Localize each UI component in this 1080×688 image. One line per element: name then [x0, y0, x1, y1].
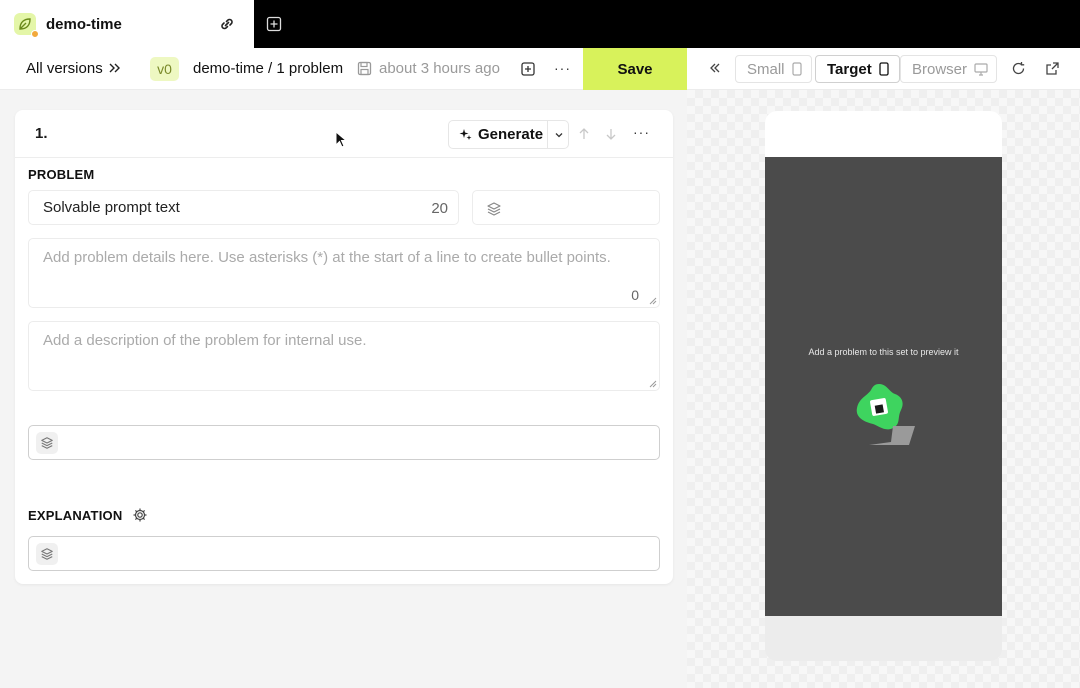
internal-description-textarea[interactable]: Add a description of the problem for int…	[28, 321, 660, 391]
preview-size-browser-label: Browser	[912, 60, 968, 78]
mouse-cursor-icon	[335, 131, 347, 148]
resize-handle-icon[interactable]	[649, 380, 657, 388]
last-saved-time: about 3 hours ago	[379, 60, 500, 77]
arrow-up-icon[interactable]	[578, 127, 590, 141]
add-square-icon[interactable]	[521, 62, 535, 76]
tab-title: demo-time	[46, 15, 122, 33]
link-icon[interactable]	[218, 15, 236, 33]
explanation-layers-field[interactable]	[28, 536, 660, 571]
answer-layers-field[interactable]	[28, 425, 660, 460]
more-options-icon[interactable]: ···	[554, 60, 571, 76]
refresh-icon[interactable]	[1011, 61, 1026, 76]
details-placeholder: Add problem details here. Use asterisks …	[43, 249, 611, 266]
preview-empty-message: Add a problem to this set to preview it	[808, 347, 959, 357]
chevron-down-icon	[555, 132, 562, 137]
preview-size-target[interactable]: Target	[815, 55, 900, 83]
prompt-input[interactable]: Solvable prompt text 20	[28, 190, 459, 225]
problem-card: 1. Generate ··· PROBLEM Solvable prompt …	[15, 110, 673, 584]
toolbar: All versions v0 demo-time / 1 problem ab…	[0, 48, 1080, 90]
leaf-icon	[14, 13, 39, 38]
arrow-down-icon[interactable]	[605, 127, 617, 141]
external-link-icon[interactable]	[1045, 61, 1060, 76]
gear-icon[interactable]	[132, 507, 148, 523]
device-header	[765, 111, 1002, 157]
layers-icon[interactable]	[36, 543, 58, 565]
phone-icon	[791, 62, 802, 76]
prompt-char-count: 20	[431, 200, 448, 217]
sparkle-icon	[459, 129, 472, 140]
problem-number: 1.	[35, 125, 48, 142]
chevrons-right-icon[interactable]	[107, 61, 121, 75]
resize-handle-icon[interactable]	[649, 297, 657, 305]
description-placeholder: Add a description of the problem for int…	[43, 332, 367, 349]
card-more-options-icon[interactable]: ···	[633, 124, 650, 140]
generate-dropdown[interactable]	[547, 120, 569, 149]
laptop-logo-icon	[856, 384, 915, 445]
layers-icon[interactable]	[483, 198, 505, 220]
problem-section-label: PROBLEM	[28, 167, 95, 182]
prompt-value: Solvable prompt text	[43, 199, 180, 216]
explanation-section-label: EXPLANATION	[28, 508, 123, 523]
plus-square-icon[interactable]	[266, 16, 282, 32]
floppy-disk-icon	[357, 61, 372, 76]
all-versions-link[interactable]: All versions	[26, 60, 103, 77]
details-char-count: 0	[631, 287, 639, 303]
phone-icon	[879, 62, 889, 76]
preview-size-target-label: Target	[827, 60, 872, 78]
prompt-layers-field[interactable]	[472, 190, 660, 225]
chevrons-left-icon[interactable]	[708, 61, 722, 75]
generate-label: Generate	[478, 126, 544, 143]
device-screen: Add a problem to this set to preview it	[765, 157, 1002, 616]
problem-details-textarea[interactable]: Add problem details here. Use asterisks …	[28, 238, 660, 308]
save-button[interactable]: Save	[583, 48, 687, 90]
preview-size-small-label: Small	[747, 60, 785, 78]
layers-icon[interactable]	[36, 432, 58, 454]
monitor-icon	[974, 62, 988, 76]
device-footer	[765, 616, 1002, 661]
preview-size-small[interactable]: Small	[735, 55, 812, 83]
tab-bar: demo-time	[0, 0, 1080, 48]
device-preview: Add a problem to this set to preview it	[765, 111, 1002, 661]
preview-size-browser[interactable]: Browser	[900, 55, 997, 83]
breadcrumb: demo-time / 1 problem	[193, 60, 344, 77]
tab-demo-time[interactable]: demo-time	[0, 0, 254, 48]
version-badge[interactable]: v0	[150, 57, 179, 81]
status-dot	[31, 30, 39, 38]
